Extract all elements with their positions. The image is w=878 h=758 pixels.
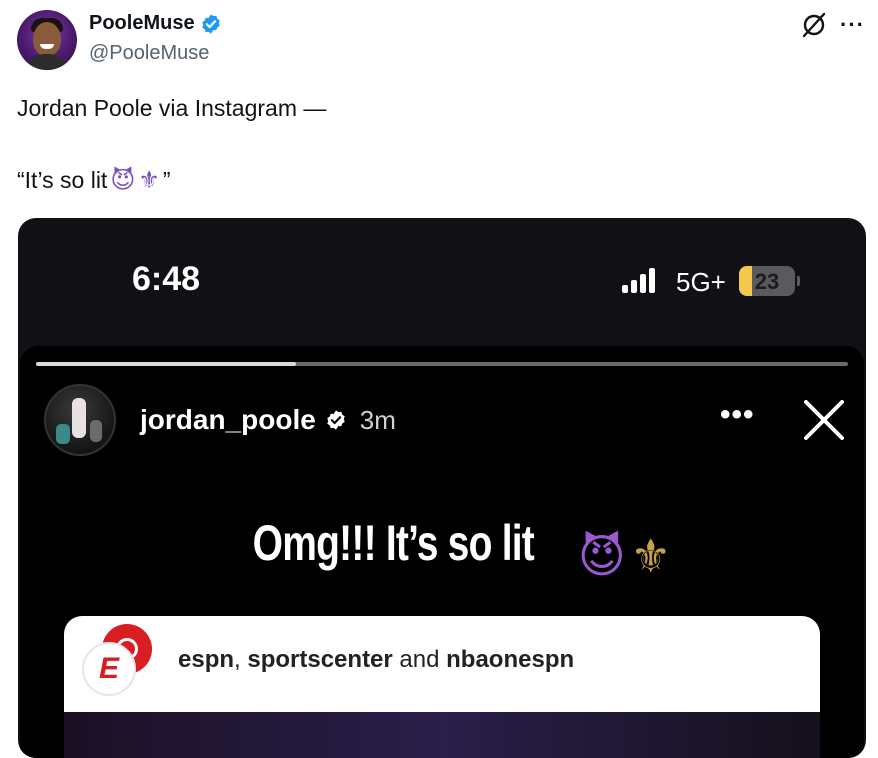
account-espn: espn: [178, 646, 235, 673]
avatar-figure: [72, 398, 86, 438]
grok-icon[interactable]: [800, 11, 828, 39]
author-name-row[interactable]: PooleMuse: [89, 12, 222, 35]
display-name[interactable]: PooleMuse: [89, 12, 195, 35]
accounts-conjunction: and: [392, 646, 447, 673]
story-caption-text: Omg!!! It’s so lit: [252, 515, 534, 571]
account-nbaonespn: nbaonespn: [446, 646, 575, 673]
battery-percent: 23: [754, 269, 780, 294]
tweet-text-line1: Jordan Poole via Instagram —: [17, 95, 327, 121]
story-username: jordan_poole: [140, 404, 316, 435]
verified-badge-icon: [201, 13, 220, 34]
instagram-story: jordan_poole 3m ••• Omg!!! It’s so lit 😈…: [20, 346, 864, 758]
tweet-media-image[interactable]: 6:48 5G+ 23 jordan_poole 3m ••• Omg!!! I…: [18, 218, 866, 758]
espn-logo-icon: E: [82, 642, 136, 696]
caption-devil-emoji-icon: 😈: [577, 528, 626, 583]
more-icon[interactable]: ···: [840, 12, 865, 38]
tweet-quote-text: “It’s so lit: [17, 166, 108, 193]
author-handle[interactable]: @PooleMuse: [89, 42, 209, 65]
espn-logo-letter: E: [98, 652, 119, 685]
avatar-figure: [56, 424, 70, 444]
caption-fleur-de-lis-emoji-icon: ⚜: [630, 528, 672, 583]
account-sportscenter: sportscenter: [247, 646, 393, 673]
shared-post-card: E espn, sportscenter and nbaonespn: [64, 616, 820, 758]
story-user-row: jordan_poole 3m: [140, 404, 396, 436]
battery-icon: 23: [739, 266, 795, 296]
story-verified-badge-icon: [327, 410, 345, 430]
network-type: 5G+: [676, 267, 726, 297]
signal-bars-icon: [622, 268, 655, 293]
accounts-separator: ,: [234, 646, 248, 673]
story-progress-fill: [36, 362, 296, 366]
avatar-face: [33, 22, 61, 56]
battery-tip: [797, 276, 800, 286]
tweet-text-line2: “It’s so lit 😈 ⚜ ”: [17, 166, 171, 194]
story-close-icon: [804, 400, 844, 440]
status-bar-time: 6:48: [132, 260, 201, 298]
shared-accounts: espn, sportscenter and nbaonespn: [178, 646, 574, 674]
avatar-body: [25, 54, 69, 70]
profile-avatar[interactable]: [17, 10, 77, 70]
story-progress-track: [36, 362, 848, 366]
avatar-figure: [90, 420, 102, 442]
story-more-icon: •••: [720, 398, 755, 431]
shared-post-image: [64, 712, 820, 758]
story-caption: Omg!!! It’s so lit 😈 ⚜: [20, 514, 864, 583]
story-avatar: [44, 384, 116, 456]
smiling-devil-emoji-icon: 😈: [110, 166, 136, 194]
tweet-quote-close: ”: [162, 166, 171, 193]
story-time-ago: 3m: [359, 404, 396, 435]
fleur-de-lis-emoji-icon: ⚜: [138, 166, 160, 194]
